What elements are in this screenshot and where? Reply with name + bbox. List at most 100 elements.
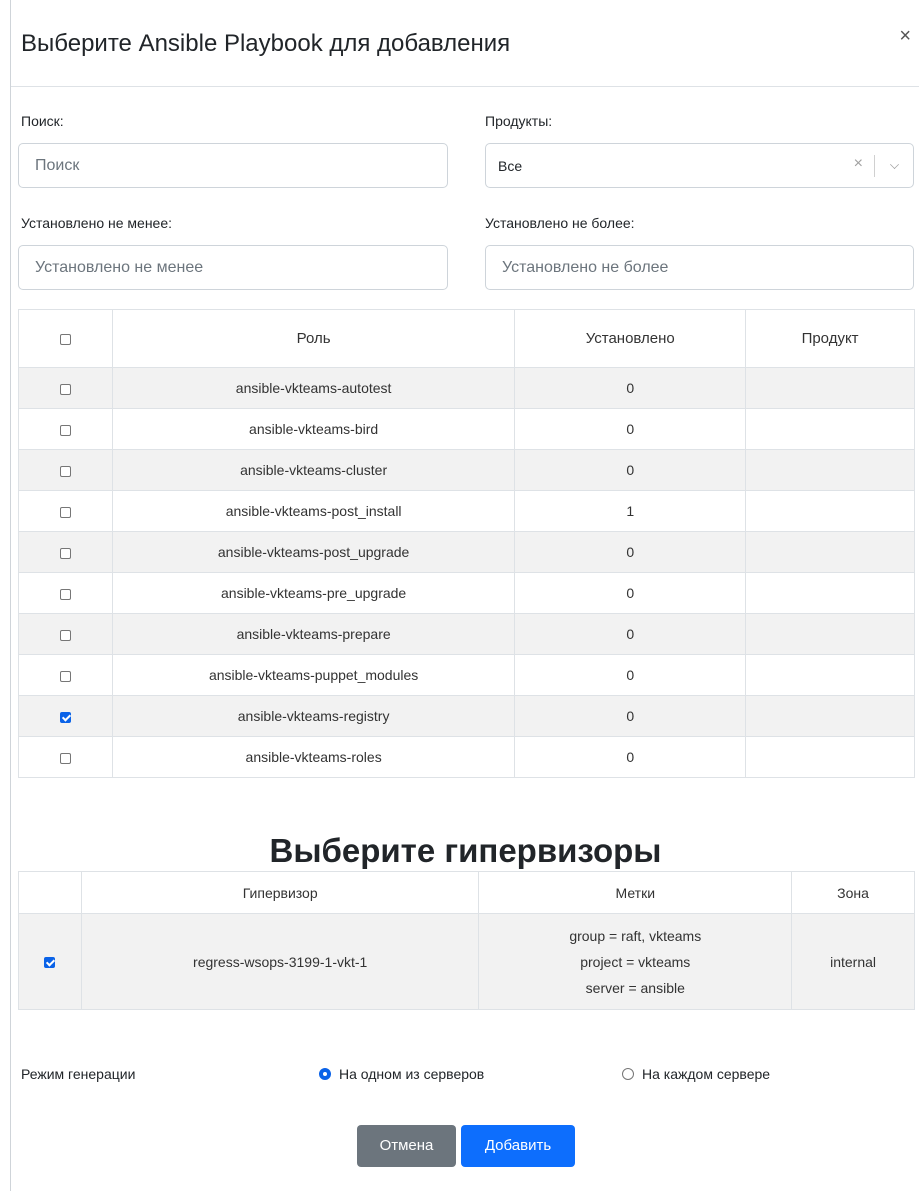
roles-table-header: Роль Установлено Продукт [18, 309, 915, 368]
column-header-installed: Установлено [514, 309, 747, 368]
row-checkbox[interactable] [59, 588, 71, 600]
role-cell: ansible-vkteams-bird [111, 408, 516, 450]
installed-cell: 0 [514, 367, 747, 409]
installed-cell: 0 [514, 572, 747, 614]
row-checkbox[interactable] [59, 670, 71, 682]
row-select-cell [18, 613, 113, 655]
hypervisors-table-header: Гипервизор Метки Зона [18, 871, 915, 914]
select-separator [874, 155, 875, 177]
table-row[interactable]: ansible-vkteams-puppet_modules 0 [18, 654, 915, 696]
table-row[interactable]: ansible-vkteams-bird 0 [18, 408, 915, 450]
row-select-cell [18, 572, 113, 614]
table-row[interactable]: regress-wsops-3199-1-vkt-1 group = raft, … [18, 913, 915, 1010]
min-installed-input[interactable]: Установлено не менее [18, 245, 448, 290]
product-cell [745, 695, 915, 737]
chevron-down-icon[interactable] [890, 160, 899, 169]
table-row[interactable]: ansible-vkteams-post_install 1 [18, 490, 915, 532]
hypervisor-label-item: group = raft, vkteams [569, 927, 702, 944]
table-row[interactable]: ansible-vkteams-cluster 0 [18, 449, 915, 491]
row-checkbox[interactable] [59, 752, 71, 764]
table-row[interactable]: ansible-vkteams-registry 0 [18, 695, 915, 737]
row-select-cell [18, 736, 113, 778]
installed-cell: 0 [514, 736, 747, 778]
row-select-cell [18, 695, 113, 737]
hypervisor-label-item: server = ansible [585, 979, 685, 996]
hypervisor-label-item: project = vkteams [580, 953, 691, 970]
row-checkbox[interactable] [59, 383, 71, 395]
search-label: Поиск: [21, 113, 64, 129]
dialog-title: Выберите Ansible Playbook для добавления [21, 30, 511, 57]
product-cell [745, 449, 915, 491]
hypervisors-title: Выберите гипервизоры [269, 832, 662, 869]
row-checkbox[interactable] [59, 465, 71, 477]
role-cell: ansible-vkteams-autotest [111, 367, 516, 409]
add-playbook-dialog: Выберите Ansible Playbook для добавления… [10, 0, 919, 1191]
role-cell: ansible-vkteams-registry [111, 695, 516, 737]
radio-one-server[interactable] [319, 1068, 331, 1080]
row-select-cell [18, 367, 113, 409]
row-checkbox[interactable] [59, 547, 71, 559]
table-row[interactable]: ansible-vkteams-post_upgrade 0 [18, 531, 915, 573]
installed-cell: 0 [514, 408, 747, 450]
row-select-cell [18, 490, 113, 532]
row-checkbox[interactable] [59, 711, 71, 723]
hypervisors-table: Гипервизор Метки Зона regress-wsops-3199… [18, 871, 915, 1010]
installed-cell: 0 [514, 449, 747, 491]
hypervisor-labels-cell: group = raft, vkteams project = vkteams se… [478, 913, 793, 1010]
column-header-labels: Метки [478, 871, 793, 914]
installed-cell: 1 [514, 490, 747, 532]
roles-table: Роль Установлено Продукт ansible-vkteams… [18, 309, 915, 778]
add-button[interactable]: Добавить [461, 1125, 575, 1167]
row-select-cell [18, 654, 113, 696]
close-icon[interactable]: × [899, 26, 911, 46]
row-select-cell [18, 449, 113, 491]
mode-option-one-server[interactable]: На одном из серверов [319, 1066, 484, 1082]
role-cell: ansible-vkteams-post_install [111, 490, 516, 532]
generation-mode-label: Режим генерации [21, 1066, 136, 1082]
table-row[interactable]: ansible-vkteams-prepare 0 [18, 613, 915, 655]
role-cell: ansible-vkteams-cluster [111, 449, 516, 491]
table-row[interactable]: ansible-vkteams-autotest 0 [18, 367, 915, 409]
hypervisor-name-cell: regress-wsops-3199-1-vkt-1 [80, 913, 480, 1010]
select-all-checkbox[interactable] [59, 333, 71, 345]
select-all-cell [18, 309, 113, 368]
row-select-cell [18, 408, 113, 450]
column-header-role: Роль [111, 309, 516, 368]
max-installed-input[interactable]: Установлено не более [485, 245, 914, 290]
installed-cell: 0 [514, 531, 747, 573]
table-row[interactable]: ansible-vkteams-pre_upgrade 0 [18, 572, 915, 614]
product-cell [745, 736, 915, 778]
role-cell: ansible-vkteams-post_upgrade [111, 531, 516, 573]
mode-option-each-server-label: На каждом сервере [642, 1066, 771, 1082]
column-header-product: Продукт [745, 309, 915, 368]
role-cell: ansible-vkteams-pre_upgrade [111, 572, 516, 614]
row-checkbox[interactable] [59, 424, 71, 436]
hypervisor-zone-cell: internal [791, 913, 915, 1010]
row-select-cell [18, 531, 113, 573]
row-checkbox[interactable] [59, 629, 71, 641]
clear-icon[interactable]: × [854, 155, 863, 173]
row-checkbox[interactable] [59, 506, 71, 518]
role-cell: ansible-vkteams-prepare [111, 613, 516, 655]
product-cell [745, 613, 915, 655]
search-input[interactable]: Поиск [18, 143, 448, 188]
product-cell [745, 654, 915, 696]
cancel-button[interactable]: Отмена [357, 1125, 456, 1167]
product-cell [745, 490, 915, 532]
hypervisor-select-header [18, 871, 82, 914]
hypervisor-checkbox[interactable] [44, 957, 56, 969]
radio-each-server[interactable] [622, 1068, 634, 1080]
max-installed-label: Установлено не более: [485, 215, 635, 231]
product-cell [745, 408, 915, 450]
products-select[interactable]: Все × [485, 143, 914, 188]
column-header-zone: Зона [791, 871, 915, 914]
mode-option-one-server-label: На одном из серверов [339, 1066, 485, 1082]
role-cell: ansible-vkteams-roles [111, 736, 516, 778]
hypervisor-select-cell [18, 913, 82, 1010]
product-cell [745, 572, 915, 614]
product-cell [745, 531, 915, 573]
mode-option-each-server[interactable]: На каждом сервере [622, 1066, 770, 1082]
column-header-hypervisor: Гипервизор [80, 871, 480, 914]
table-row[interactable]: ansible-vkteams-roles 0 [18, 736, 915, 778]
installed-cell: 0 [514, 613, 747, 655]
